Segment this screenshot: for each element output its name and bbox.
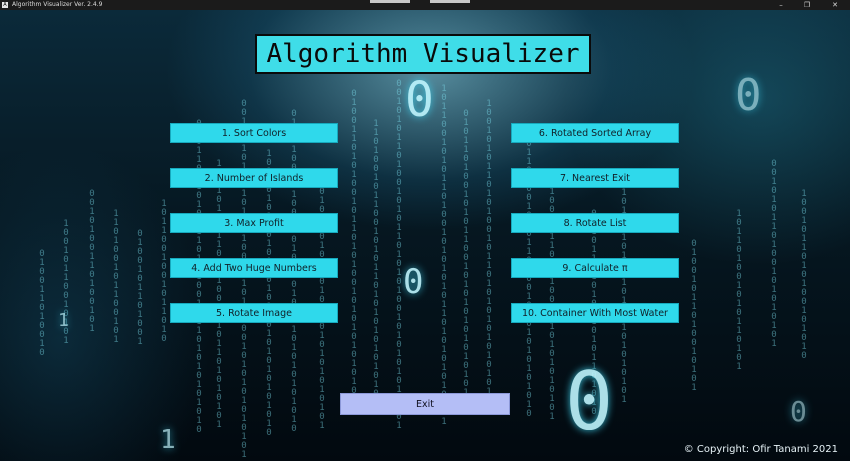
digit-stream: 0010110100101011001010101001010101010101 [241,99,247,460]
nearest-exit-button[interactable]: 7. Nearest Exit [511,168,679,188]
number-of-islands-button[interactable]: 2. Number of Islands [170,168,338,188]
glowing-zero-glyph: 0 [403,262,424,302]
maximize-icon[interactable]: ❐ [796,0,818,10]
calculate-pi-button[interactable]: 9. Calculate π [511,258,679,278]
digit-stream: 001010110100101010101 [771,159,777,349]
rotate-image-button[interactable]: 5. Rotate Image [170,303,338,323]
digit-stream: 1010010110101001010101010101 [549,170,555,422]
digit-stream: 0100110101001011010100101010101010 [351,89,357,396]
digit-stream: 110100101100101 [113,209,119,345]
glowing-zero-glyph: 0 [565,355,614,448]
container-with-most-water-button[interactable]: 10. Container With Most Water [511,303,679,323]
copyright-text: © Copyright: Ofir Tanami 2021 [683,444,838,455]
max-profit-button[interactable]: 3. Max Profit [170,213,338,233]
digit-stream: 100101001101010010101101010101 [216,159,222,430]
minimize-icon[interactable]: – [770,0,792,10]
digit-stream: 1011001001011010 [161,199,167,344]
digit-stream: 1001011010100101010 [801,189,807,361]
digit-stream: 0010100110100101 [89,189,95,334]
digit-stream: 10100101101001010110101010101010 [266,149,272,438]
digit-stream: 101101001010110101 [736,209,742,372]
digit-stream: 10110010101101001010101011010101010101 [441,84,447,427]
app-title-banner: Algorithm Visualizer [255,34,591,74]
digit-stream: 1101001011001010110101010101010 [373,119,379,399]
rotated-sorted-array-button[interactable]: 6. Rotated Sorted Array [511,123,679,143]
taskbar-tab-indicator [430,0,470,3]
window-title: Algorithm Visualizer Ver. 2.4.9 [12,1,103,8]
exit-button[interactable]: Exit [340,393,510,415]
glowing-one-glyph: 1 [58,310,69,331]
glowing-zero-glyph: 0 [405,72,434,128]
digit-stream: 10010101101010010110101010101010101 [486,99,492,415]
add-two-huge-numbers-button[interactable]: 4. Add Two Huge Numbers [170,258,338,278]
digit-stream: 0100101101001 [137,229,143,347]
digit-stream: 01001011010010101 [691,239,697,393]
glowing-zero-glyph: 0 [735,70,762,121]
app-logo-icon: A [2,2,8,8]
app-title: Algorithm Visualizer [266,39,580,69]
glowing-zero-glyph: 0 [790,395,807,428]
digit-stream: 001010110100101011010101001010101010101 [396,79,402,431]
window-titlebar[interactable]: A Algorithm Visualizer Ver. 2.4.9 – ❐ ✕ [0,0,850,10]
taskbar-tab-indicator [370,0,410,3]
close-icon[interactable]: ✕ [824,0,846,10]
rotate-list-button[interactable]: 8. Rotate List [511,213,679,233]
digit-stream: 010011010010 [39,249,45,358]
glowing-one-glyph: 1 [160,425,176,455]
digit-stream: 010110100101011001010101010101010 [463,109,469,407]
sort-colors-button[interactable]: 1. Sort Colors [170,123,338,143]
digit-stream: 10010110100101011010101010101 [319,170,325,431]
